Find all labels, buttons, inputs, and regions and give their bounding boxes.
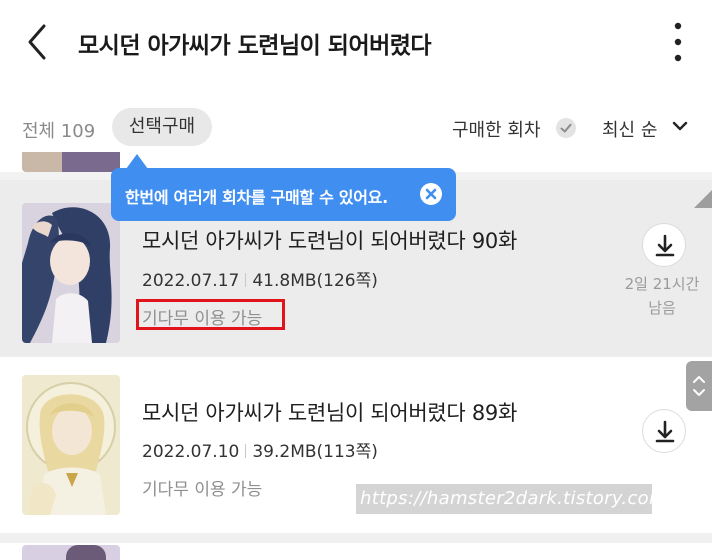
highlight-annotation: [136, 299, 285, 330]
purchase-tooltip: 한번에 여러개 회차를 구매할 수 있어요.: [111, 168, 456, 221]
episode-size: 39.2MB(113쪽): [252, 442, 378, 462]
tooltip-close-button[interactable]: [420, 183, 442, 205]
episode-meta: 2022.07.10 39.2MB(113쪽): [142, 437, 378, 462]
episode-size: 41.8MB(126쪽): [252, 271, 378, 291]
chevron-left-icon: [28, 24, 46, 60]
watermark-text: https://hamster2dark.tistory.com: [360, 488, 667, 509]
episode-date: 2022.07.10: [142, 442, 240, 462]
download-button[interactable]: [642, 409, 686, 453]
corner-indicator: [694, 190, 712, 208]
tooltip-arrow: [126, 154, 148, 169]
divider: [0, 533, 712, 543]
page-title: 모시던 아가씨가 도련님이 되어버렸다: [78, 33, 432, 59]
wait-free-label: 기다무 이용 가능: [142, 480, 263, 500]
scroll-arrows-icon: [693, 376, 705, 396]
episode-meta: 2022.07.17 41.8MB(126쪽): [142, 266, 378, 291]
previous-episode-thumbnail: [22, 152, 120, 172]
select-purchase-button[interactable]: 선택구매: [112, 108, 212, 146]
total-count: 전체 109: [22, 121, 96, 142]
purchased-filter[interactable]: 구매한 회차: [452, 116, 541, 142]
back-button[interactable]: [20, 22, 52, 62]
meta-separator: [245, 444, 247, 458]
remaining-time: 2일 21시간 남음: [612, 272, 712, 320]
download-button[interactable]: [642, 223, 686, 267]
meta-separator: [245, 273, 247, 287]
next-episode-thumbnail: [22, 545, 120, 560]
episode-title: 모시던 아가씨가 도련님이 되어버렸다 89화: [142, 401, 517, 425]
remaining-time-value: 2일 21시간: [624, 275, 700, 293]
episode-title: 모시던 아가씨가 도련님이 되어버렸다 90화: [142, 229, 517, 253]
more-vertical-icon: [674, 22, 682, 62]
remaining-time-suffix: 남음: [648, 299, 676, 317]
check-icon: [556, 118, 576, 138]
download-icon: [655, 234, 675, 257]
episode-thumbnail: [22, 375, 120, 515]
episode-thumbnail: [22, 203, 120, 343]
watermark: https://hamster2dark.tistory.com: [356, 484, 666, 514]
app-header: 모시던 아가씨가 도련님이 되어버렸다: [0, 0, 712, 86]
tooltip-text: 한번에 여러개 회차를 구매할 수 있어요.: [125, 188, 388, 207]
sort-dropdown[interactable]: 최신 순: [602, 116, 657, 142]
chevron-down-icon: [672, 121, 688, 131]
scroll-handle[interactable]: [686, 361, 712, 411]
more-button[interactable]: [664, 20, 692, 64]
close-icon: [425, 188, 437, 200]
download-icon: [655, 420, 675, 443]
list-toolbar: 전체 109 선택구매 구매한 회차 최신 순: [0, 100, 712, 152]
episode-date: 2022.07.17: [142, 271, 240, 291]
